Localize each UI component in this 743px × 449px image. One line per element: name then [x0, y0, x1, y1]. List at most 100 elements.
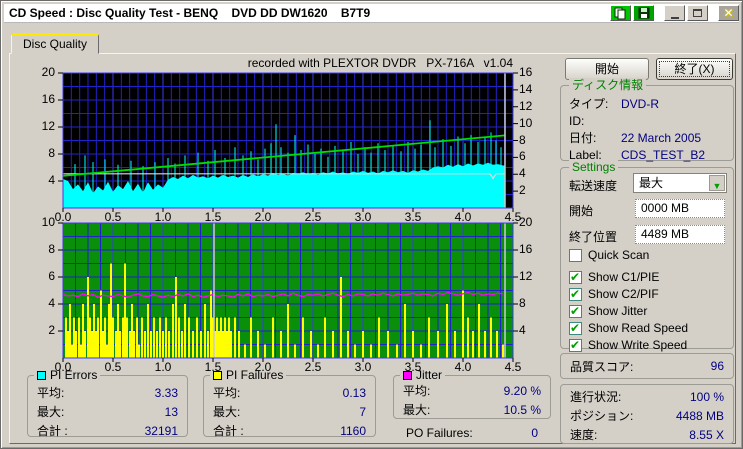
minimize-icon — [670, 16, 679, 19]
disc-info-value: CDS_TEST_B2 — [621, 147, 706, 162]
axis-tick-label: 1.5 — [204, 210, 222, 224]
axis-tick-label: 1.0 — [154, 360, 172, 374]
copy-to-clipboard-button[interactable] — [610, 5, 631, 21]
axis-tick-label: 1.0 — [154, 210, 172, 224]
axis-tick-label: 20 — [519, 215, 533, 229]
checkbox-row-show-c1-pie[interactable]: Show C1/PIE — [569, 270, 659, 284]
tab-disc-quality[interactable]: Disc Quality — [11, 33, 99, 54]
axis-tick-label: 2.0 — [254, 360, 272, 374]
checkbox-label: Show C1/PIE — [588, 270, 660, 284]
stat-label: 平均: — [403, 384, 431, 398]
quality-score-label: 品質スコア: — [570, 359, 634, 374]
checkbox-unchecked-icon[interactable] — [569, 248, 582, 262]
po-failures-value: 0 — [531, 425, 538, 440]
axis-tick-label: 2 — [48, 323, 55, 337]
stat-value: 8.55 X — [689, 427, 724, 442]
stat-row: 平均: 0.13 — [204, 383, 375, 402]
checkbox-checked-icon[interactable] — [569, 287, 582, 301]
stat-label: 速度: — [570, 428, 598, 442]
stat-value: 0.13 — [342, 385, 366, 400]
stat-row: 平均: 9.20 % — [394, 381, 550, 400]
axis-tick-label: 16 — [519, 65, 533, 79]
quality-score-group: 品質スコア: 96 — [560, 353, 734, 379]
stat-value: 1160 — [340, 423, 366, 438]
end-position-label: 終了位置 — [569, 230, 618, 244]
start-button[interactable]: 開始 — [565, 58, 649, 80]
pi-failures-chart — [58, 222, 518, 362]
axis-tick-label: 2.5 — [304, 360, 322, 374]
axis-tick-label: 10 — [41, 215, 55, 229]
pi-errors-stats-box: PI Errors 平均: 3.33 最大: 13 合計 :32191 — [27, 368, 188, 438]
checkbox-checked-icon[interactable] — [569, 304, 582, 318]
axis-tick-label: 8 — [48, 146, 55, 160]
stat-value: 13 — [164, 404, 178, 419]
checkbox-row-show-write-speed[interactable]: Show Write Speed — [569, 338, 687, 352]
stat-label: 平均: — [213, 386, 241, 400]
checkbox-label: Show Write Speed — [588, 338, 688, 352]
checkbox-row-show-jitter[interactable]: Show Jitter — [569, 304, 647, 318]
stat-row: 最大: 13 — [28, 402, 187, 421]
disc-info-group: ディスク情報 タイプ: DVD-R ID: 日付: 22 March 2005 Label… — [560, 78, 734, 162]
checkbox-checked-icon[interactable] — [569, 270, 582, 284]
close-button[interactable]: ✕ — [718, 5, 739, 21]
checkbox-label: Show C2/PIF — [588, 287, 659, 301]
po-failures-label: PO Failures: — [406, 425, 473, 440]
settings-group: Settings 転送速度 最大 ▼ 開始 0000 MB 終了位置 4489 … — [560, 160, 734, 352]
checkbox-checked-icon[interactable] — [569, 338, 582, 352]
chevron-down-icon: ▼ — [712, 181, 722, 191]
checkbox-row-show-c2-pif[interactable]: Show C2/PIF — [569, 287, 659, 301]
quality-score-row: 品質スコア: 96 — [561, 354, 733, 378]
jitter-stats-box: Jitter 平均: 9.20 % 最大: 10.5 % — [393, 368, 551, 419]
checkbox-checked-icon[interactable] — [569, 321, 582, 335]
stat-row: ポジション: 4488 MB — [561, 406, 733, 425]
stat-row: 合計 : 1160 — [204, 421, 375, 440]
end-position-field[interactable]: 4489 MB — [635, 225, 725, 244]
stat-label: 最大: — [213, 405, 241, 419]
axis-tick-label: 12 — [519, 98, 533, 113]
axis-tick-label: 8 — [519, 132, 526, 147]
axis-tick-label: 16 — [519, 242, 533, 256]
pi-failures-stats-box: PI Failures 平均: 0.13 最大: 7 合計 :1160 — [203, 368, 376, 440]
checkbox-row-quick-scan[interactable]: Quick Scan — [569, 248, 649, 262]
stat-value: 10.5 % — [503, 402, 541, 417]
disc-info-label: ID: — [569, 113, 585, 128]
stat-label: 最大: — [37, 405, 65, 419]
minimize-button[interactable] — [664, 5, 685, 21]
axis-tick-label: 4.0 — [454, 210, 472, 224]
axis-tick-label: 2.0 — [254, 210, 272, 224]
axis-tick-label: 2 — [519, 183, 526, 198]
axis-tick-label: 4.0 — [454, 360, 472, 374]
stat-label: 合計 : — [37, 424, 68, 438]
stat-row: 平均: 3.33 — [28, 383, 187, 402]
copy-icon — [614, 7, 626, 19]
axis-tick-label: 6 — [519, 149, 526, 164]
save-button[interactable] — [633, 5, 654, 21]
transfer-speed-label: 転送速度 — [569, 179, 618, 193]
transfer-speed-select[interactable]: 最大 ▼ — [633, 173, 727, 193]
stat-label: 進行状況: — [570, 390, 622, 404]
transfer-speed-value: 最大 — [639, 176, 664, 190]
stat-value: 32191 — [144, 423, 178, 438]
axis-tick-label: 0.0 — [54, 360, 72, 374]
stat-row: 速度: 8.55 X — [561, 425, 733, 444]
disc-info-label: タイプ: — [569, 97, 609, 111]
checkbox-row-show-read-speed[interactable]: Show Read Speed — [569, 321, 688, 335]
axis-tick-label: 3.0 — [354, 210, 372, 224]
exit-button[interactable]: 終了(X) — [656, 58, 733, 80]
stat-value: 7 — [359, 404, 366, 419]
stat-value: 100 % — [689, 389, 724, 404]
disc-info-row: タイプ: DVD-R — [561, 95, 733, 112]
stat-row: 進行状況: 100 % — [561, 387, 733, 406]
stat-value: 4488 MB — [675, 408, 724, 423]
app-window: CD Speed : Disc Quality Test - BENQ DVD … — [0, 0, 743, 449]
axis-tick-label: 16 — [41, 92, 55, 106]
stat-label: 合計 : — [213, 424, 244, 438]
disc-info-value: DVD-R — [621, 96, 659, 111]
disc-info-row: 日付: 22 March 2005 — [561, 129, 733, 146]
stat-row: 最大: 7 — [204, 402, 375, 421]
start-position-field[interactable]: 0000 MB — [635, 199, 725, 218]
dropdown-button[interactable]: ▼ — [709, 175, 725, 191]
disc-info-label: 日付: — [569, 131, 597, 145]
maximize-button[interactable] — [687, 5, 708, 21]
stat-label: ポジション: — [570, 409, 634, 423]
